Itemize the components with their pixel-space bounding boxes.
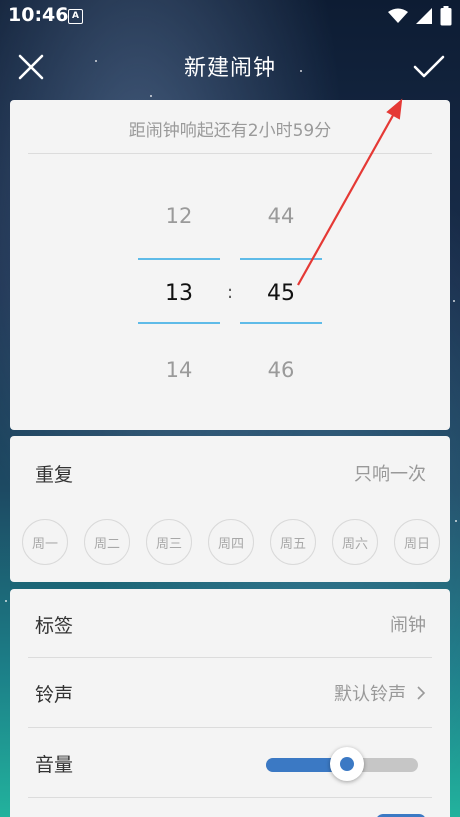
volume-label: 音量	[35, 754, 74, 776]
volume-slider[interactable]	[266, 747, 418, 781]
weekday-button[interactable]: 周二	[84, 519, 130, 565]
repeat-card: 重复 只响一次 周一 周二 周三 周四 周五 周六 周日	[10, 436, 450, 582]
repeat-value[interactable]: 只响一次	[354, 460, 426, 486]
picker-line	[138, 322, 220, 324]
repeat-label: 重复	[35, 464, 74, 486]
hour-next[interactable]: 14	[138, 358, 220, 382]
hour-prev[interactable]: 12	[138, 204, 220, 228]
volume-row: 音量	[10, 728, 450, 798]
page-title: 新建闹钟	[183, 56, 276, 81]
ringtone-row[interactable]: 铃声 默认铃声	[10, 658, 450, 728]
app-header: 新建闹钟	[0, 40, 460, 90]
status-time: 10:46	[8, 4, 69, 26]
minute-next[interactable]: 46	[240, 358, 322, 382]
tag-value: 闹钟	[390, 615, 426, 636]
signal-icon	[416, 8, 432, 24]
hour-current[interactable]: 13	[138, 281, 220, 306]
minute-current[interactable]: 45	[240, 281, 322, 306]
chevron-right-icon	[417, 686, 426, 700]
weekday-button[interactable]: 周四	[208, 519, 254, 565]
status-bar: 10:46 A	[0, 0, 460, 32]
countdown-text: 距闹钟响起还有2小时59分	[128, 121, 332, 141]
weekday-selector: 周一 周二 周三 周四 周五 周六 周日	[22, 519, 440, 565]
ringtone-label: 铃声	[35, 684, 74, 706]
notification-indicator: A	[68, 9, 83, 24]
weekday-button[interactable]: 周五	[270, 519, 316, 565]
picker-line	[138, 258, 220, 260]
weekday-button[interactable]: 周日	[394, 519, 440, 565]
weekday-button[interactable]: 周一	[22, 519, 68, 565]
time-separator: :	[227, 282, 234, 303]
slider-thumb[interactable]	[330, 747, 364, 781]
divider	[28, 797, 432, 798]
weekday-button[interactable]: 周六	[332, 519, 378, 565]
battery-icon	[440, 6, 452, 26]
picker-line	[240, 322, 322, 324]
time-picker-card: 距闹钟响起还有2小时59分 12 13 14 : 44 45 46	[10, 100, 450, 430]
status-icons	[388, 6, 452, 26]
tag-label: 标签	[35, 615, 74, 637]
divider	[28, 153, 432, 154]
ringtone-value: 默认铃声	[334, 684, 406, 705]
minute-prev[interactable]: 44	[240, 204, 322, 228]
picker-line	[240, 258, 322, 260]
settings-card: 标签 闹钟 铃声 默认铃声 音量	[10, 589, 450, 817]
wifi-icon	[388, 8, 408, 23]
check-icon[interactable]	[412, 52, 446, 82]
tag-row[interactable]: 标签 闹钟	[10, 589, 450, 659]
weekday-button[interactable]: 周三	[146, 519, 192, 565]
